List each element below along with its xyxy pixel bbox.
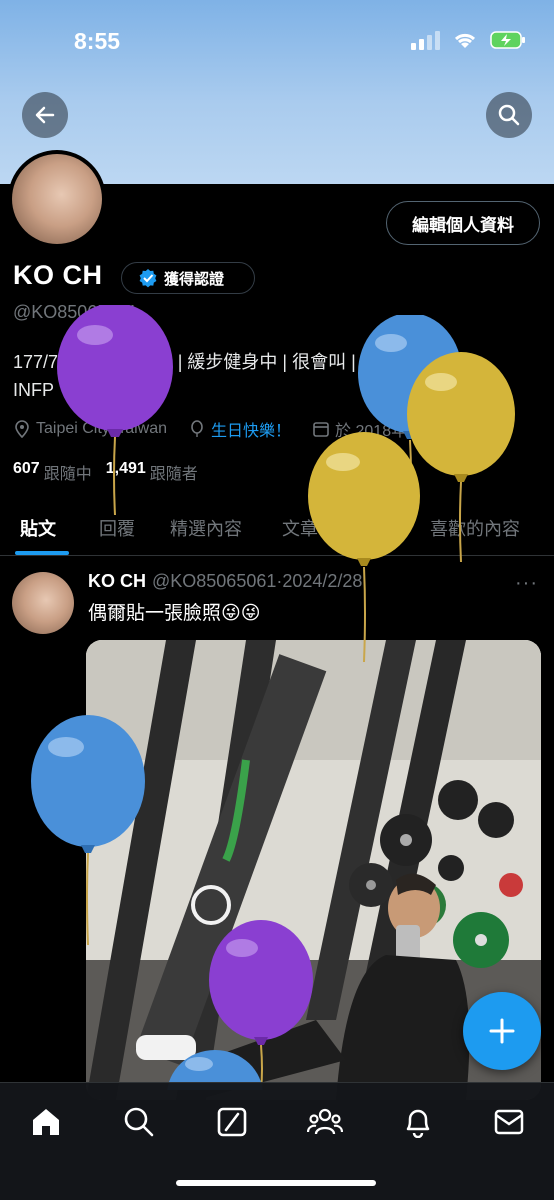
following-count[interactable]: 607 xyxy=(13,460,40,484)
explore-icon xyxy=(124,1107,154,1137)
tab-replies[interactable]: 回覆 xyxy=(99,515,135,541)
nav-messages[interactable] xyxy=(490,1103,528,1141)
search-button[interactable] xyxy=(486,92,532,138)
home-indicator xyxy=(176,1180,376,1186)
nav-notifications[interactable] xyxy=(399,1103,437,1141)
search-icon xyxy=(498,104,520,126)
purple-balloon xyxy=(57,305,173,515)
compose-button[interactable] xyxy=(463,992,541,1070)
wifi-icon xyxy=(454,33,476,48)
status-icons xyxy=(410,30,526,50)
profile-name: KO CH xyxy=(13,260,103,290)
balloon-icon xyxy=(191,420,203,437)
nav-explore[interactable] xyxy=(120,1103,158,1141)
profile-avatar[interactable] xyxy=(8,150,106,248)
messages-icon xyxy=(494,1109,524,1135)
verified-icon xyxy=(139,269,157,288)
tab-posts[interactable]: 貼文 xyxy=(20,515,56,541)
home-icon xyxy=(33,1109,59,1135)
verified-badge[interactable]: 獲得認證 xyxy=(121,262,255,294)
nav-communities[interactable] xyxy=(306,1103,344,1141)
post-text: 偶爾貼一張臉照😜😜 xyxy=(88,603,261,624)
signal-icon xyxy=(411,31,440,50)
profile-birthday[interactable]: 生日快樂！ xyxy=(211,417,291,441)
grok-icon xyxy=(217,1107,247,1137)
battery-icon xyxy=(490,31,525,49)
notifications-icon xyxy=(406,1109,430,1138)
nav-home[interactable] xyxy=(27,1103,65,1141)
nav-grok[interactable] xyxy=(213,1103,251,1141)
verified-label: 獲得認證 xyxy=(164,270,225,288)
post-author-name[interactable]: KO CH xyxy=(88,571,146,592)
yellow-balloon-center xyxy=(308,432,420,662)
compose-icon xyxy=(489,1018,515,1044)
location-icon xyxy=(15,420,29,438)
post-more-button[interactable]: ··· xyxy=(515,572,538,595)
tab-highlights[interactable]: 精選內容 xyxy=(170,515,242,541)
edit-profile-button[interactable]: 編輯個人資料 xyxy=(386,201,540,245)
back-button[interactable] xyxy=(22,92,68,138)
back-arrow-icon xyxy=(35,106,55,124)
blue-balloon-left xyxy=(31,715,145,945)
active-tab-indicator xyxy=(15,551,69,555)
communities-icon xyxy=(307,1108,343,1135)
post-avatar[interactable] xyxy=(12,572,74,634)
status-time: 8:55 xyxy=(74,28,121,54)
